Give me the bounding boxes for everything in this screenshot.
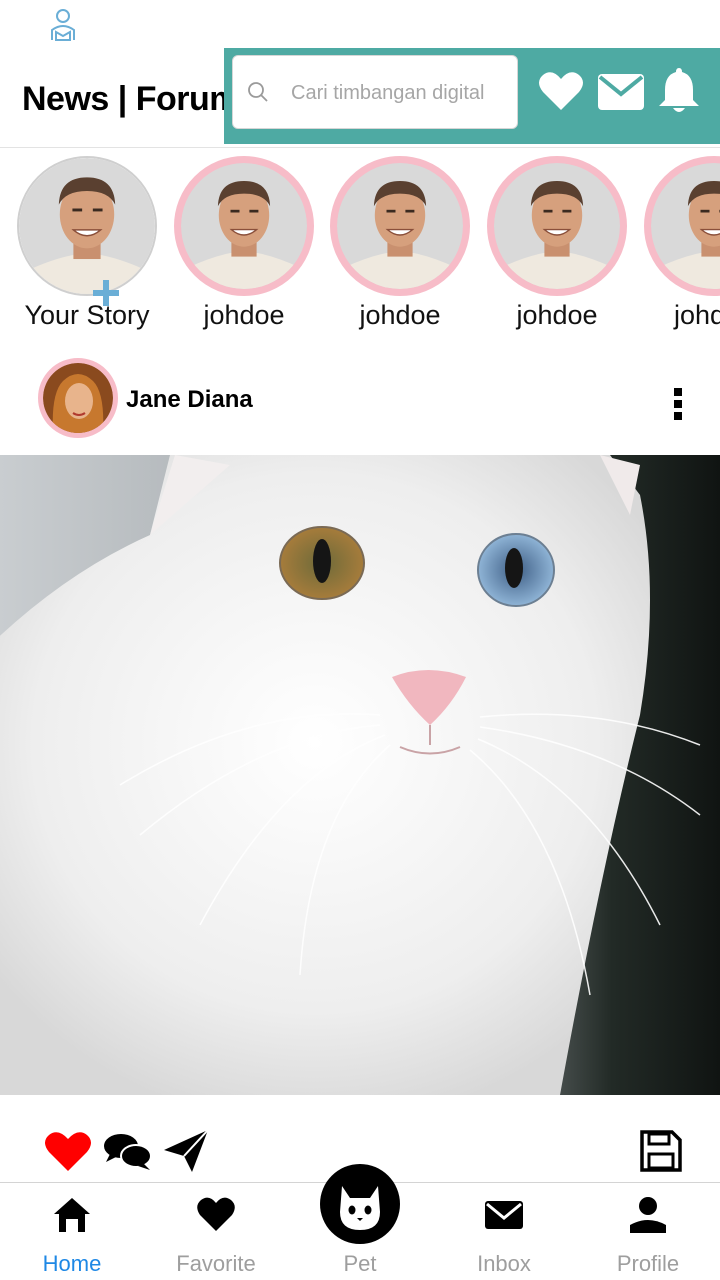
nav-profile-label: Profile: [616, 1251, 680, 1276]
post-image[interactable]: [0, 455, 720, 1095]
more-vertical-icon[interactable]: [672, 388, 684, 420]
search-icon: [248, 82, 268, 102]
app-logo-icon: [51, 9, 75, 41]
avatar: [337, 163, 463, 289]
nav-home-label: Home: [42, 1251, 102, 1276]
comments-icon[interactable]: [104, 1132, 152, 1172]
story-your-story[interactable]: Your Story: [17, 156, 157, 346]
story-avatar: [17, 156, 157, 296]
person-icon: [630, 1197, 666, 1233]
nav-favorite-label: Favorite: [176, 1251, 256, 1276]
story-avatar: [487, 156, 627, 296]
save-icon[interactable]: [640, 1130, 682, 1172]
story-item[interactable]: johdoe: [330, 156, 470, 346]
story-label: johdoe: [516, 300, 598, 330]
header-divider: [0, 147, 720, 148]
nav-home[interactable]: Home: [0, 1183, 144, 1280]
story-item[interactable]: johdoe: [174, 156, 314, 346]
story-label: Your Story: [24, 300, 150, 330]
story-avatar: [330, 156, 470, 296]
story-item[interactable]: johdoe: [487, 156, 627, 346]
avatar: [494, 163, 620, 289]
avatar: [651, 163, 720, 289]
story-avatar: [644, 156, 720, 296]
nav-profile[interactable]: Profile: [576, 1183, 720, 1280]
story-label: johdoe: [203, 300, 285, 330]
heart-icon: [197, 1197, 235, 1231]
story-label: johdoe: [359, 300, 441, 330]
bell-icon[interactable]: [658, 66, 700, 114]
mail-icon: [485, 1201, 523, 1229]
home-icon: [54, 1198, 90, 1232]
mail-icon[interactable]: [598, 74, 644, 110]
pet-center-button[interactable]: [320, 1164, 400, 1244]
like-heart-icon[interactable]: [44, 1130, 92, 1172]
nav-pet-label: Pet: [343, 1251, 377, 1276]
page-title: News | Forum: [22, 80, 240, 118]
story-avatar: [174, 156, 314, 296]
avatar: [43, 363, 113, 433]
share-send-icon[interactable]: [162, 1128, 210, 1174]
news-forum-screen: News | Forum Cari timbangan digital Your…: [0, 0, 720, 1280]
nav-favorite[interactable]: Favorite: [144, 1183, 288, 1280]
search-placeholder: Cari timbangan digital: [291, 82, 485, 104]
avatar: [19, 158, 155, 294]
post-author-avatar[interactable]: [38, 358, 118, 438]
story-label: johdoe: [674, 300, 720, 330]
search-input[interactable]: Cari timbangan digital: [232, 55, 518, 129]
story-item[interactable]: johdoe: [644, 156, 720, 346]
avatar: [181, 163, 307, 289]
post-author-name[interactable]: Jane Diana: [126, 386, 253, 414]
nav-inbox[interactable]: Inbox: [432, 1183, 576, 1280]
cat-icon: [340, 1186, 380, 1230]
nav-inbox-label: Inbox: [477, 1251, 531, 1276]
heart-icon[interactable]: [538, 70, 584, 112]
